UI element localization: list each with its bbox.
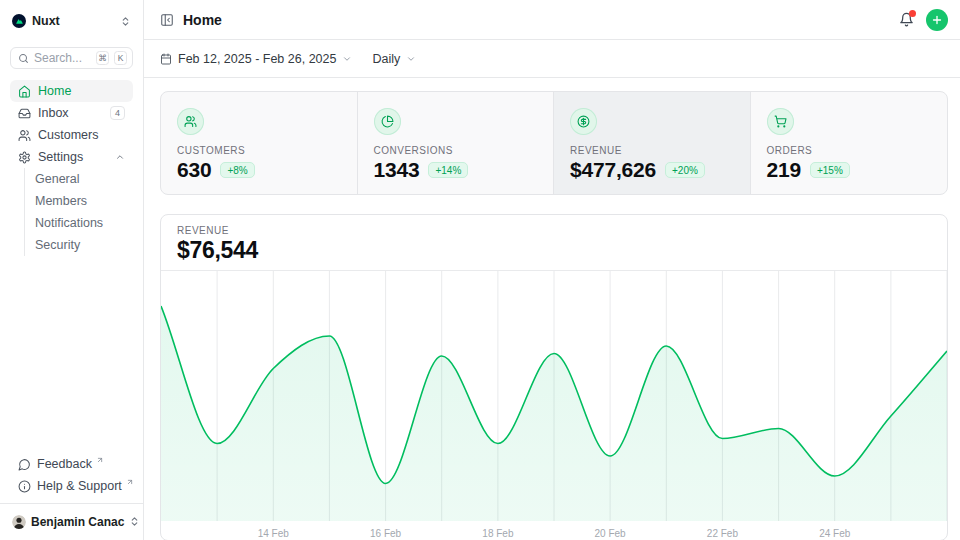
sidebar-item-label: Inbox	[38, 106, 69, 120]
chart-pie-icon	[374, 108, 401, 135]
sidebar-item-label: Customers	[38, 128, 98, 142]
svg-text:14 Feb: 14 Feb	[258, 528, 290, 539]
stat-delta-badge: +14%	[428, 162, 468, 178]
sidebar-item-label: Settings	[38, 150, 83, 164]
notification-dot	[909, 10, 916, 17]
sidebar-item-customers[interactable]: Customers	[10, 124, 133, 146]
stat-label: CUSTOMERS	[177, 145, 341, 156]
search-input[interactable]: Search... ⌘ K	[10, 47, 133, 69]
stat-value: $477,626	[570, 158, 656, 182]
svg-text:20 Feb: 20 Feb	[595, 528, 627, 539]
users-icon	[177, 108, 204, 135]
inbox-icon	[18, 107, 31, 120]
workspace-name: Nuxt	[32, 14, 60, 28]
interval-label: Daily	[372, 52, 400, 66]
page-header: Home	[144, 0, 960, 40]
sidebar-footer-feedback[interactable]: Feedback	[10, 453, 133, 475]
kbd-k: K	[114, 51, 127, 65]
sidebar-subitem-general[interactable]: General	[35, 168, 133, 190]
cart-icon	[767, 108, 794, 135]
revenue-area-chart: 14 Feb 16 Feb 18 Feb 20 Feb 22 Feb 24 Feb	[161, 271, 947, 540]
stat-delta-badge: +20%	[665, 162, 705, 178]
svg-text:24 Feb: 24 Feb	[819, 528, 851, 539]
home-icon	[18, 85, 31, 98]
sidebar-subitem-notifications[interactable]: Notifications	[35, 212, 133, 234]
arrow-up-right-icon	[96, 456, 104, 464]
stat-label: ORDERS	[767, 145, 932, 156]
user-name: Benjamin Canac	[31, 515, 124, 529]
sidebar-nav: Home Inbox 4 Customers Settings GeneralMember…	[10, 80, 133, 256]
chart-title: REVENUE	[177, 225, 931, 236]
chevron-down-icon	[406, 54, 416, 64]
chevron-up-icon	[115, 152, 125, 162]
svg-text:22 Feb: 22 Feb	[707, 528, 739, 539]
kbd-cmd: ⌘	[96, 51, 109, 65]
interval-select[interactable]: Daily	[372, 52, 416, 66]
sidebar-footer: FeedbackHelp & Support	[10, 453, 133, 497]
settings-subnav: GeneralMembersNotificationsSecurity	[24, 168, 133, 256]
stat-delta-badge: +15%	[810, 162, 850, 178]
calendar-icon	[160, 53, 172, 65]
sidebar-footer-help-support[interactable]: Help & Support	[10, 475, 133, 497]
inbox-count-badge: 4	[110, 106, 125, 120]
settings-icon	[18, 151, 31, 164]
stat-value: 1343	[374, 158, 420, 182]
date-range-label: Feb 12, 2025 - Feb 26, 2025	[178, 52, 336, 66]
search-placeholder: Search...	[34, 51, 91, 65]
avatar	[12, 515, 26, 529]
sidebar-item-inbox[interactable]: Inbox 4	[10, 102, 133, 124]
date-range-picker[interactable]: Feb 12, 2025 - Feb 26, 2025	[160, 52, 352, 66]
sidebar-subitem-members[interactable]: Members	[35, 190, 133, 212]
users-icon	[18, 129, 31, 142]
chevrons-up-down-icon	[120, 16, 131, 27]
sidebar-item-label: Home	[38, 84, 71, 98]
user-menu[interactable]: Benjamin Canac	[12, 509, 131, 534]
svg-text:16 Feb: 16 Feb	[370, 528, 402, 539]
search-icon	[18, 53, 29, 64]
stat-card-conversions[interactable]: CONVERSIONS 1343 +14%	[358, 92, 555, 194]
sidebar-item-settings[interactable]: Settings	[10, 146, 133, 168]
add-button[interactable]	[926, 9, 948, 31]
help-icon	[18, 480, 31, 493]
app: Nuxt Search... ⌘ K Home Inbox 4 Customers Se…	[0, 0, 960, 540]
arrow-up-right-icon	[126, 478, 134, 486]
nuxt-logo	[12, 14, 26, 28]
stat-card-customers[interactable]: CUSTOMERS 630 +8%	[161, 92, 358, 194]
stat-value: 630	[177, 158, 211, 182]
stat-delta-badge: +8%	[220, 162, 254, 178]
stat-label: REVENUE	[570, 145, 734, 156]
revenue-chart-card: REVENUE $76,544 14 Feb 16 Feb 18 Feb 20 Feb…	[160, 214, 948, 540]
stats-row: CUSTOMERS 630 +8% CONVERSIONS 1343 +14% REVENU…	[160, 91, 948, 195]
feedback-icon	[18, 458, 31, 471]
notifications-button[interactable]	[899, 12, 914, 27]
sidebar: Nuxt Search... ⌘ K Home Inbox 4 Customers Se…	[0, 0, 144, 540]
chevron-down-icon	[342, 54, 352, 64]
workspace-switcher[interactable]: Nuxt	[10, 8, 133, 34]
main: Home Feb 12, 2025 - Feb 26, 2025 Daily C…	[144, 0, 960, 540]
chevrons-up-down-icon	[129, 516, 140, 527]
circle-dollar-icon	[570, 108, 597, 135]
stat-card-revenue[interactable]: REVENUE $477,626 +20%	[554, 92, 751, 194]
svg-text:18 Feb: 18 Feb	[482, 528, 514, 539]
chart-total: $76,544	[177, 237, 931, 264]
stat-label: CONVERSIONS	[374, 145, 538, 156]
sidebar-collapse-button[interactable]	[160, 13, 174, 27]
sidebar-subitem-security[interactable]: Security	[35, 234, 133, 256]
sidebar-item-home[interactable]: Home	[10, 80, 133, 102]
page-title: Home	[183, 12, 222, 28]
chart-header: REVENUE $76,544	[161, 215, 947, 271]
stat-card-orders[interactable]: ORDERS 219 +15%	[751, 92, 948, 194]
stat-value: 219	[767, 158, 801, 182]
content: CUSTOMERS 630 +8% CONVERSIONS 1343 +14% REVENU…	[144, 78, 960, 540]
filters-toolbar: Feb 12, 2025 - Feb 26, 2025 Daily	[144, 40, 960, 78]
